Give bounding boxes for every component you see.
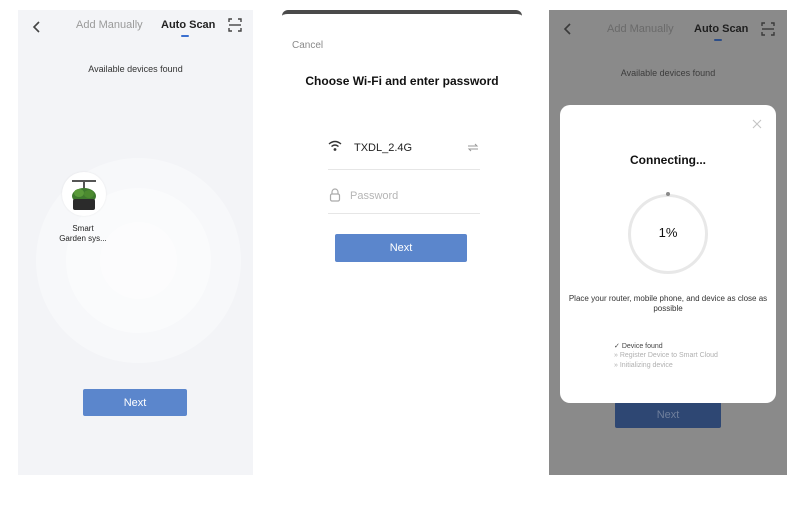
wifi-divider <box>328 169 480 170</box>
cancel-link[interactable]: Cancel <box>292 40 323 51</box>
step-initializing: » Initializing device <box>614 362 673 369</box>
auto-scan-screen: Add Manually Auto Scan Available devices… <box>18 10 253 475</box>
pending-icon: » <box>614 362 618 369</box>
active-tab-indicator <box>181 35 189 37</box>
available-devices-subtitle: Available devices found <box>620 68 716 78</box>
step-register-cloud: » Register Device to Smart Cloud <box>614 352 718 359</box>
scan-frame-icon[interactable] <box>761 22 775 36</box>
back-chevron-icon[interactable] <box>32 20 42 34</box>
tab-auto-scan[interactable]: Auto Scan <box>161 19 215 31</box>
step-label: Register Device to Smart Cloud <box>619 352 718 359</box>
progress-percent: 1% <box>658 225 678 240</box>
progress-ring-indicator <box>666 192 670 196</box>
connecting-screen: Add Manually Auto Scan Available devices… <box>549 10 787 475</box>
connecting-dialog: Connecting... 1% Place your router, mobi… <box>560 105 776 403</box>
device-name-line1: Smart <box>72 224 94 233</box>
back-chevron-icon[interactable] <box>563 22 573 36</box>
device-smart-garden[interactable] <box>62 172 106 216</box>
pending-icon: » <box>614 352 618 359</box>
active-tab-indicator <box>714 39 722 41</box>
next-button[interactable]: Next <box>615 402 721 428</box>
device-name-label: Smart Garden sys... <box>48 224 118 244</box>
available-devices-subtitle: Available devices found <box>88 64 183 74</box>
step-device-found: ✓ Device found <box>614 342 663 350</box>
tab-add-manually[interactable]: Add Manually <box>607 23 674 35</box>
password-divider <box>328 213 480 214</box>
wifi-name-field[interactable]: TXDL_2.4G <box>354 142 412 154</box>
close-icon[interactable] <box>752 119 762 129</box>
dialog-title: Connecting... <box>630 153 706 167</box>
password-field[interactable]: Password <box>350 190 398 202</box>
check-icon: ✓ <box>614 343 620 350</box>
tab-auto-scan[interactable]: Auto Scan <box>694 23 748 35</box>
page-title: Choose Wi-Fi and enter password <box>305 74 499 88</box>
step-label: Initializing device <box>619 362 673 369</box>
wifi-screen: Cancel Choose Wi-Fi and enter password T… <box>282 10 522 479</box>
step-label: Device found <box>621 343 663 350</box>
wifi-icon <box>328 140 342 151</box>
placement-hint: Place your router, mobile phone, and dev… <box>568 294 768 313</box>
lock-icon <box>329 188 341 202</box>
tab-add-manually[interactable]: Add Manually <box>76 19 143 31</box>
smart-garden-device-icon <box>72 180 96 210</box>
next-button[interactable]: Next <box>83 389 187 416</box>
switch-network-icon[interactable] <box>467 143 479 152</box>
device-name-line2: Garden sys... <box>59 234 107 243</box>
scan-frame-icon[interactable] <box>228 18 242 32</box>
next-button[interactable]: Next <box>335 234 467 262</box>
